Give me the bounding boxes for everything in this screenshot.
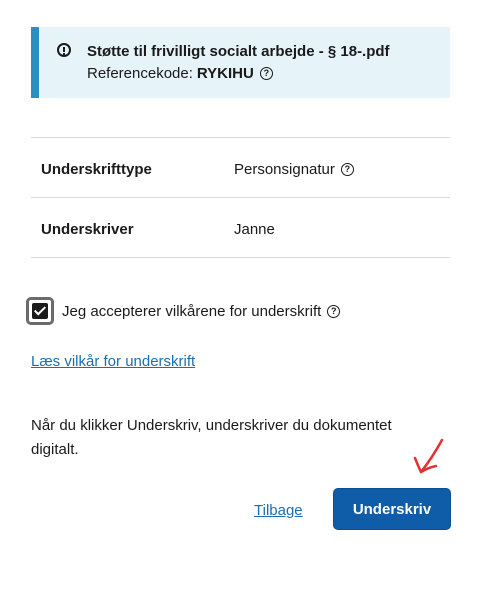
reference-line: Referencekode: RYKIHU ? <box>87 65 273 82</box>
accept-terms-checkbox[interactable] <box>26 297 54 325</box>
help-icon[interactable]: ? <box>340 163 354 176</box>
sign-button[interactable]: Underskriv <box>334 489 450 529</box>
help-icon[interactable]: ? <box>327 305 341 318</box>
checkmark-icon <box>32 303 48 319</box>
signature-details-table: Underskrifttype Personsignatur ? Undersk… <box>31 137 450 258</box>
document-title: Støtte til frivilligt socialt arbejde - … <box>87 43 390 60</box>
document-info-box: Støtte til frivilligt socialt arbejde - … <box>31 27 450 98</box>
read-terms-link[interactable]: Læs vilkår for underskrift <box>31 353 195 370</box>
table-row: Underskrifttype Personsignatur ? <box>31 137 450 197</box>
signature-type-text: Personsignatur <box>234 161 335 178</box>
signature-type-label: Underskrifttype <box>41 161 152 178</box>
accept-terms-label[interactable]: Jeg accepterer vilkårene for underskrift <box>62 303 321 320</box>
info-accent-bar <box>31 27 39 98</box>
signing-notice: Når du klikker Underskriv, underskriver … <box>31 417 392 458</box>
info-icon <box>57 43 71 57</box>
table-row: Underskriver Janne <box>31 197 450 258</box>
help-icon[interactable]: ? <box>259 67 273 80</box>
signer-label: Underskriver <box>41 221 134 238</box>
reference-label: Referencekode: <box>87 65 193 82</box>
signer-value: Janne <box>234 221 275 238</box>
back-link[interactable]: Tilbage <box>254 502 303 519</box>
accept-terms-label-row: Jeg accepterer vilkårene for underskrift… <box>62 303 341 320</box>
signature-type-value: Personsignatur ? <box>234 161 354 178</box>
reference-code: RYKIHU <box>196 65 254 82</box>
red-arrow-annotation <box>413 438 444 474</box>
